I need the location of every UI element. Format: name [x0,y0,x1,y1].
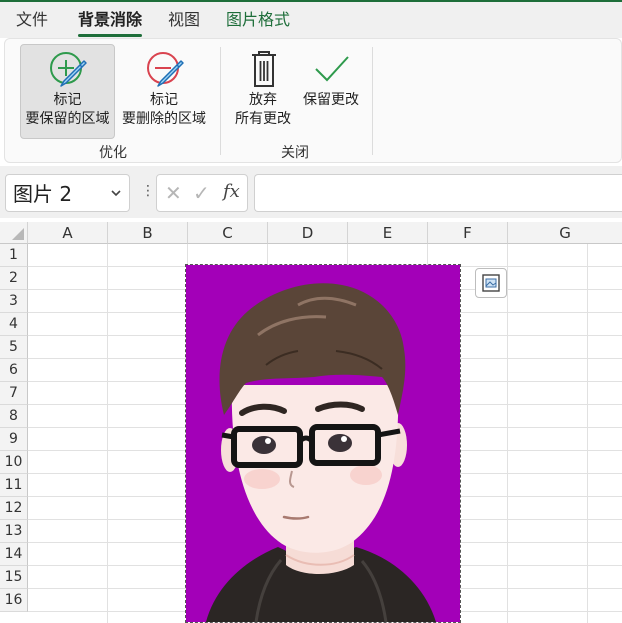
row-header-3[interactable]: 3 [0,290,28,313]
checkmark-icon [315,56,349,82]
column-header-c[interactable]: C [188,222,268,244]
formula-input[interactable] [254,174,622,212]
row-header-15[interactable]: 15 [0,566,28,589]
row-header-5[interactable]: 5 [0,336,28,359]
column-header-a[interactable]: A [28,222,108,244]
row-header-1[interactable]: 1 [0,244,28,267]
chevron-down-icon[interactable] [110,187,122,199]
column-header-d[interactable]: D [268,222,348,244]
avatar-illustration [186,265,460,622]
keep-changes-button[interactable]: 保留更改 [300,44,362,139]
row-header-8[interactable]: 8 [0,405,28,428]
cancel-icon[interactable]: ✕ [165,182,182,204]
mark-areas-to-remove-button[interactable]: 标记 要删除的区域 [118,44,210,139]
row-header-4[interactable]: 4 [0,313,28,336]
row-header-9[interactable]: 9 [0,428,28,451]
more-options-icon[interactable]: ⋮ [141,184,155,198]
pencil-plus-icon [50,52,87,87]
column-header-b[interactable]: B [108,222,188,244]
mark-keep-label-line2: 要保留的区域 [25,111,110,127]
layout-options-icon [482,274,500,292]
menu-tab-bar: 文件 背景消除 视图 图片格式 [0,2,622,38]
tab-file[interactable]: 文件 [16,8,48,32]
discard-label-line1: 放弃 [249,92,277,108]
row-header-7[interactable]: 7 [0,382,28,405]
column-header-f[interactable]: F [428,222,508,244]
ribbon: 标记 要保留的区域 标记 要删除的区域 优化 放弃 所有更改 保留更改 关闭 [4,38,622,163]
column-header-e[interactable]: E [348,222,428,244]
mark-areas-to-keep-button[interactable]: 标记 要保留的区域 [20,44,115,139]
trash-icon [252,51,276,87]
mark-remove-label-line2: 要删除的区域 [122,111,206,127]
select-all-button[interactable] [0,222,28,244]
row-header-13[interactable]: 13 [0,520,28,543]
formula-bar: 图片 2 ⋮ ✕ ✓ fx [0,166,622,218]
insert-function-icon[interactable]: fx [223,181,240,202]
column-header-g[interactable]: G [508,222,622,244]
tab-picture-format[interactable]: 图片格式 [226,8,290,32]
keep-changes-label: 保留更改 [303,92,359,108]
tab-view[interactable]: 视图 [168,8,200,32]
mark-keep-label-line1: 标记 [53,92,82,108]
row-header-14[interactable]: 14 [0,543,28,566]
row-header-16[interactable]: 16 [0,589,28,612]
ribbon-group-separator [372,47,373,155]
discard-label-line2: 所有更改 [235,111,291,127]
enter-icon[interactable]: ✓ [193,182,210,204]
ribbon-group-separator [220,47,221,155]
row-header-12[interactable]: 12 [0,497,28,520]
selected-picture[interactable] [185,264,461,623]
formula-function-buttons: ✕ ✓ fx [156,174,248,212]
tab-remove-background[interactable]: 背景消除 [78,8,143,37]
group-label-close: 关闭 [281,145,309,161]
layout-options-button[interactable] [475,268,507,298]
row-header-11[interactable]: 11 [0,474,28,497]
pencil-minus-icon [147,52,184,87]
row-header-10[interactable]: 10 [0,451,28,474]
row-header-2[interactable]: 2 [0,267,28,290]
name-box-value: 图片 2 [13,182,73,206]
mark-remove-label-line1: 标记 [150,92,178,108]
name-box[interactable]: 图片 2 [5,174,130,212]
group-label-refine: 优化 [99,145,127,161]
discard-all-changes-button[interactable]: 放弃 所有更改 [227,44,299,139]
row-header-6[interactable]: 6 [0,359,28,382]
